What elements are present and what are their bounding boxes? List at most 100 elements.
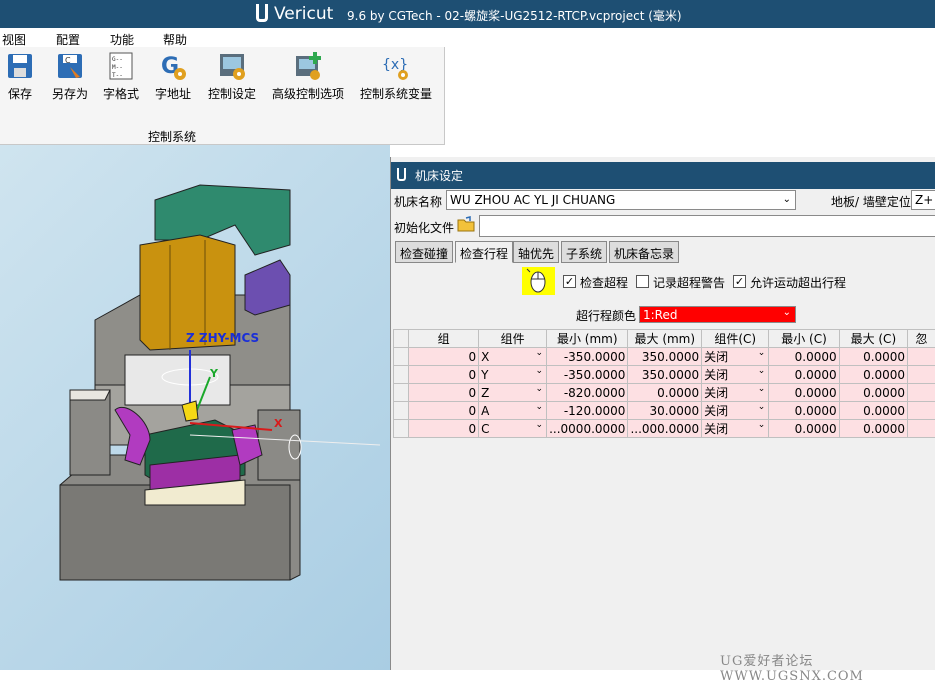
allow-motion-checkbox[interactable]: ✓: [733, 275, 746, 288]
cell-max[interactable]: 350.0000: [628, 348, 702, 366]
ribbon-group-label: 控制系统: [148, 128, 196, 145]
cell-group[interactable]: 0: [409, 420, 479, 438]
tab-axis-priority[interactable]: 轴优先: [513, 241, 559, 263]
cell-max[interactable]: 350.0000: [628, 366, 702, 384]
floor-value: Z+: [915, 193, 933, 207]
save-button[interactable]: 保存: [4, 51, 36, 102]
floor-field[interactable]: Z+: [911, 190, 935, 210]
floor-label: 地板/ 墙壁定位: [831, 193, 911, 210]
row-selector[interactable]: [394, 348, 409, 366]
tab-collision[interactable]: 检查碰撞: [395, 241, 453, 263]
svg-text:C: C: [65, 56, 71, 65]
cell-ignore[interactable]: [908, 402, 935, 420]
overtravel-color-select[interactable]: 1:Red ⌄: [639, 306, 796, 323]
col-component-c[interactable]: 组件(C): [702, 330, 769, 348]
svg-text:T--: T--: [112, 72, 123, 79]
cell-group[interactable]: 0: [409, 366, 479, 384]
row-selector[interactable]: [394, 402, 409, 420]
word-address-button[interactable]: G 字地址: [152, 51, 194, 102]
col-group[interactable]: 组: [409, 330, 479, 348]
machine-viewport[interactable]: Z ZHY-MCS Y X: [0, 145, 390, 670]
cell-max[interactable]: ...000.0000: [628, 420, 702, 438]
word-format-icon: G--M--T--: [107, 51, 135, 81]
tab-travel[interactable]: 检查行程: [455, 241, 513, 263]
chevron-down-icon: ⌄: [536, 384, 544, 394]
cell-ignore[interactable]: [908, 384, 935, 402]
cell-max-c[interactable]: 0.0000: [839, 384, 907, 402]
cell-max-c[interactable]: 0.0000: [839, 420, 907, 438]
cell-group[interactable]: 0: [409, 384, 479, 402]
overtravel-color-label: 超行程颜色: [576, 307, 636, 324]
check-overtravel-checkbox[interactable]: ✓: [563, 275, 576, 288]
app-name: Vericut: [274, 4, 333, 24]
cell-max-c[interactable]: 0.0000: [839, 348, 907, 366]
travel-limits-table: 组 组件 最小 (mm) 最大 (mm) 组件(C) 最小 (C) 最大 (C)…: [393, 329, 935, 438]
cell-min[interactable]: -350.0000: [547, 348, 628, 366]
menu-view[interactable]: 视图: [2, 31, 26, 48]
word-format-button[interactable]: G--M--T-- 字格式: [100, 51, 142, 102]
cell-component-c[interactable]: 关闭⌄: [702, 384, 769, 402]
cell-component-c[interactable]: 关闭⌄: [702, 420, 769, 438]
cell-max[interactable]: 30.0000: [628, 402, 702, 420]
cell-component[interactable]: A⌄: [479, 402, 547, 420]
cell-min[interactable]: -350.0000: [547, 366, 628, 384]
chevron-down-icon: ⌄: [536, 348, 544, 358]
cell-min-c[interactable]: 0.0000: [769, 348, 839, 366]
control-variables-button[interactable]: {x} 控制系统变量: [357, 51, 435, 102]
cell-component[interactable]: Y⌄: [479, 366, 547, 384]
advanced-control-button[interactable]: 高级控制选项: [270, 51, 346, 102]
row-selector[interactable]: [394, 384, 409, 402]
ribbon-group-control-system: 保存 C 另存为 G--M--T-- 字格式 G 字地址 控制设定: [0, 47, 445, 145]
cell-max[interactable]: 0.0000: [628, 384, 702, 402]
cell-component-c[interactable]: 关闭⌄: [702, 402, 769, 420]
table-row[interactable]: 0Y⌄-350.0000350.0000关闭⌄0.00000.0000: [394, 366, 935, 384]
cell-ignore[interactable]: [908, 348, 935, 366]
cell-min-c[interactable]: 0.0000: [769, 402, 839, 420]
col-max-c[interactable]: 最大 (C): [839, 330, 907, 348]
table-row[interactable]: 0A⌄-120.000030.0000关闭⌄0.00000.0000: [394, 402, 935, 420]
log-warning-checkbox[interactable]: [636, 275, 649, 288]
col-min[interactable]: 最小 (mm): [547, 330, 628, 348]
tab-subsystem[interactable]: 子系统: [561, 241, 607, 263]
menu-help[interactable]: 帮助: [163, 31, 187, 48]
save-as-button[interactable]: C 另存为: [50, 51, 90, 102]
cell-group[interactable]: 0: [409, 348, 479, 366]
cell-component[interactable]: X⌄: [479, 348, 547, 366]
cell-min[interactable]: -120.0000: [547, 402, 628, 420]
cell-max-c[interactable]: 0.0000: [839, 366, 907, 384]
cell-min[interactable]: ...0000.0000: [547, 420, 628, 438]
table-row[interactable]: 0Z⌄-820.00000.0000关闭⌄0.00000.0000: [394, 384, 935, 402]
menu-functions[interactable]: 功能: [110, 31, 134, 48]
table-row[interactable]: 0X⌄-350.0000350.0000关闭⌄0.00000.0000: [394, 348, 935, 366]
col-min-c[interactable]: 最小 (C): [769, 330, 839, 348]
window-title: 9.6 by CGTech - 02-螺旋桨-UG2512-RTCP.vcpro…: [347, 7, 682, 24]
csys-label: Z ZHY-MCS: [186, 331, 259, 345]
machine-name-select[interactable]: WU ZHOU AC YL JI CHUANG ⌄: [446, 190, 796, 210]
dialog-title: 机床设定: [415, 167, 463, 184]
cell-max-c[interactable]: 0.0000: [839, 402, 907, 420]
init-file-input[interactable]: [479, 215, 935, 237]
col-ignore[interactable]: 忽: [908, 330, 935, 348]
menu-config[interactable]: 配置: [56, 31, 80, 48]
table-row[interactable]: 0C⌄...0000.0000...000.0000关闭⌄0.00000.000…: [394, 420, 935, 438]
control-settings-label: 控制设定: [208, 87, 256, 101]
col-max[interactable]: 最大 (mm): [628, 330, 702, 348]
init-file-label: 初始化文件: [394, 219, 454, 236]
cell-min-c[interactable]: 0.0000: [769, 366, 839, 384]
row-selector[interactable]: [394, 420, 409, 438]
cell-min[interactable]: -820.0000: [547, 384, 628, 402]
tab-machine-notes[interactable]: 机床备忘录: [609, 241, 679, 263]
cell-component[interactable]: C⌄: [479, 420, 547, 438]
col-component[interactable]: 组件: [479, 330, 547, 348]
cell-min-c[interactable]: 0.0000: [769, 384, 839, 402]
row-selector[interactable]: [394, 366, 409, 384]
cell-component[interactable]: Z⌄: [479, 384, 547, 402]
cell-ignore[interactable]: [908, 420, 935, 438]
cell-group[interactable]: 0: [409, 402, 479, 420]
control-settings-button[interactable]: 控制设定: [205, 51, 259, 102]
cell-component-c[interactable]: 关闭⌄: [702, 348, 769, 366]
folder-open-icon[interactable]: [457, 216, 475, 235]
cell-min-c[interactable]: 0.0000: [769, 420, 839, 438]
cell-component-c[interactable]: 关闭⌄: [702, 366, 769, 384]
cell-ignore[interactable]: [908, 366, 935, 384]
